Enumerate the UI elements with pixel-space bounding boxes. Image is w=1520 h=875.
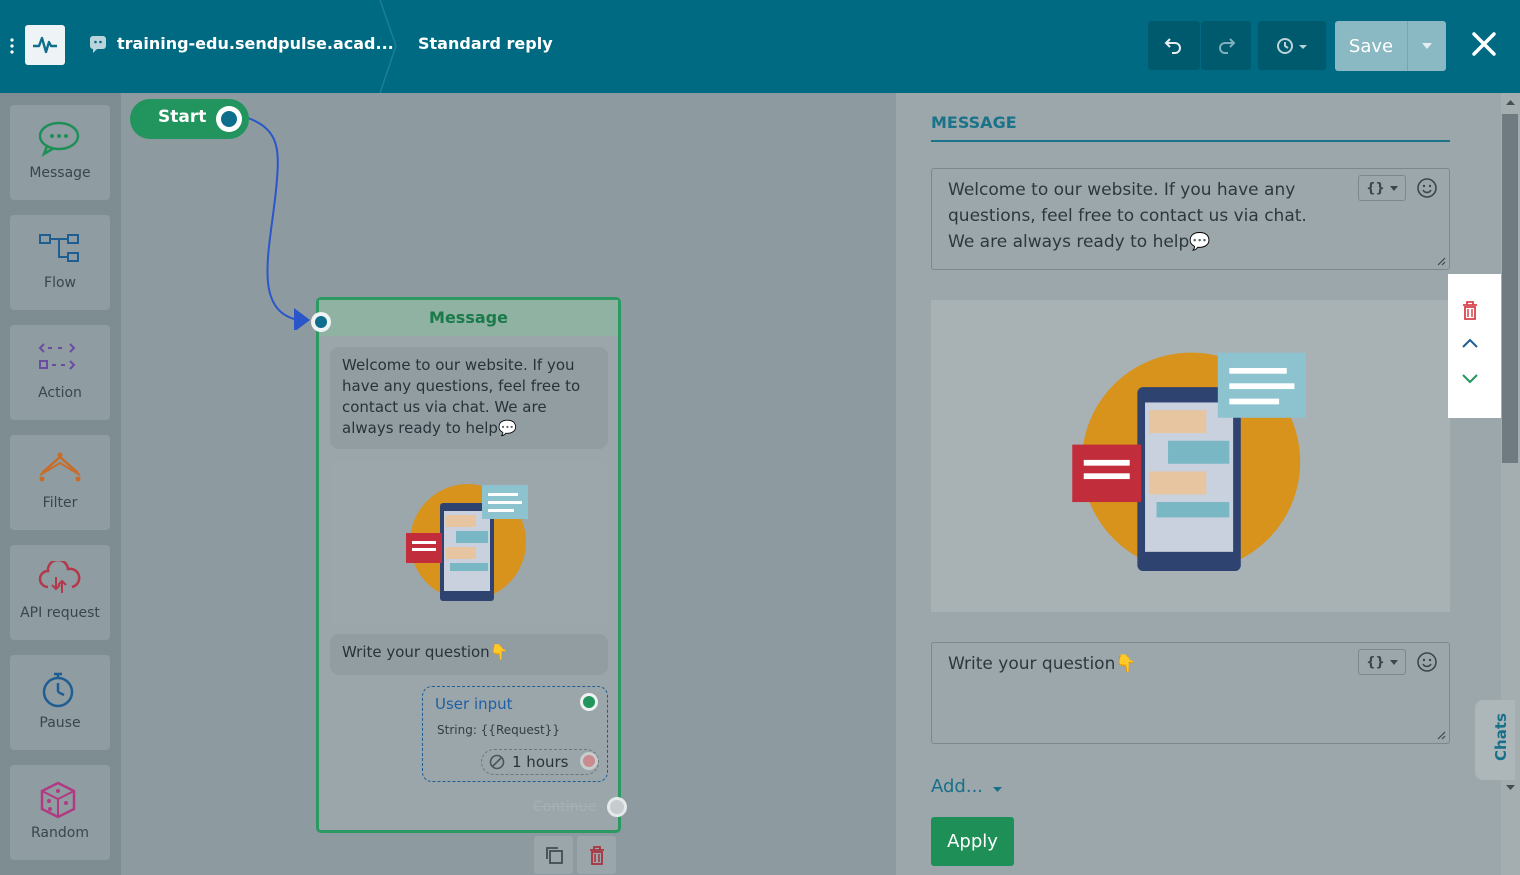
message-textarea-2[interactable]: Write your question👇 {}	[931, 642, 1450, 744]
scrollbar-thumb[interactable]	[1502, 114, 1518, 463]
sidebar-item-label: Pause	[39, 715, 81, 731]
start-output-port[interactable]	[216, 106, 242, 132]
sidebar-item-filter[interactable]: Filter	[10, 435, 110, 530]
user-input-block[interactable]: User input String: {{Request}} 1 hours	[422, 686, 608, 782]
chevron-down-icon[interactable]	[1460, 372, 1480, 386]
start-label: Start	[158, 107, 207, 127]
block-icon	[489, 754, 505, 770]
user-input-title: User input	[435, 695, 513, 713]
save-button[interactable]: Save	[1335, 21, 1408, 71]
dice-icon	[40, 781, 76, 819]
message-text-1: Welcome to our website. If you have any …	[948, 180, 1307, 252]
chat-bubble-icon	[38, 121, 80, 157]
breadcrumb-bot[interactable]: training-edu.sendpulse.acad...	[117, 34, 394, 53]
flow-icon	[39, 234, 79, 262]
chevron-down-icon	[992, 787, 1002, 792]
sidebar-item-label: Action	[38, 385, 82, 401]
sidebar-item-flow[interactable]: Flow	[10, 215, 110, 310]
history-icon	[1277, 37, 1307, 54]
emoji-icon[interactable]	[1416, 177, 1438, 199]
chevron-up-icon[interactable]	[1460, 336, 1480, 350]
variables-dropdown-button[interactable]: {}	[1358, 649, 1406, 675]
scroll-down-icon[interactable]	[1506, 785, 1515, 790]
undo-button[interactable]	[1148, 21, 1200, 70]
message-text-2: Write your question👇	[948, 654, 1137, 674]
add-element-link[interactable]: Add...	[931, 776, 1002, 797]
variables-icon: {}	[1366, 180, 1385, 196]
sidebar-item-message[interactable]: Message	[10, 105, 110, 200]
top-bar: training-edu.sendpulse.acad... Standard …	[0, 0, 1520, 93]
history-button[interactable]	[1258, 21, 1326, 70]
variables-dropdown-button[interactable]: {}	[1358, 175, 1406, 201]
element-sidebar: Message Flow Action Filter API request P…	[0, 93, 121, 875]
undo-icon	[1164, 37, 1181, 54]
node-toolbar	[534, 836, 616, 874]
save-dropdown-button[interactable]	[1408, 21, 1446, 71]
sidebar-item-action[interactable]: Action	[10, 325, 110, 420]
connector-line	[247, 117, 310, 330]
save-button-group: Save	[1335, 21, 1446, 71]
trash-icon[interactable]	[1460, 300, 1480, 320]
node-input-port[interactable]	[311, 312, 331, 332]
close-icon[interactable]	[1468, 28, 1500, 60]
panel-title: MESSAGE	[931, 113, 1017, 132]
message-edit-panel: MESSAGE Welcome to our website. If you h…	[896, 93, 1520, 875]
sidebar-item-label: Message	[29, 165, 91, 181]
user-input-output-port[interactable]	[580, 693, 598, 711]
app-logo-icon[interactable]	[25, 25, 65, 65]
trash-icon	[589, 846, 604, 865]
sidebar-item-pause[interactable]: Pause	[10, 655, 110, 750]
menu-dots-icon[interactable]	[9, 36, 15, 56]
image-block-tools	[1448, 274, 1501, 418]
node-image	[330, 461, 608, 624]
delete-node-button[interactable]	[577, 836, 616, 874]
chevron-down-icon	[1422, 43, 1432, 49]
stopwatch-icon	[42, 672, 74, 708]
breadcrumb-separator	[379, 0, 397, 93]
start-node[interactable]: Start	[130, 99, 249, 139]
message-textarea-1[interactable]: Welcome to our website. If you have any …	[931, 168, 1450, 270]
chat-illustration	[1072, 352, 1306, 571]
sidebar-item-random[interactable]: Random	[10, 765, 110, 860]
node-title: Message	[319, 300, 618, 336]
timeout-label: 1 hours	[512, 753, 569, 771]
continue-label: Continue	[533, 799, 596, 815]
filter-icon	[39, 452, 81, 482]
emoji-icon[interactable]	[1416, 651, 1438, 673]
breadcrumb-flow[interactable]: Standard reply	[418, 34, 553, 53]
panel-title-underline	[931, 140, 1450, 142]
chevron-down-icon	[1389, 659, 1398, 665]
message-node[interactable]: Message Welcome to our website. If you h…	[311, 297, 627, 833]
sidebar-item-label: API request	[20, 605, 100, 621]
variables-icon: {}	[1366, 654, 1385, 670]
chat-illustration	[406, 484, 528, 601]
chats-tab[interactable]: Chats	[1475, 700, 1515, 780]
node-message-text: Welcome to our website. If you have any …	[330, 347, 608, 449]
duplicate-node-button[interactable]	[534, 836, 573, 874]
timeout-output-port[interactable]	[580, 752, 598, 770]
sidebar-item-label: Flow	[44, 275, 76, 291]
resize-handle-icon[interactable]	[1436, 256, 1446, 266]
chevron-down-icon	[1389, 185, 1398, 191]
redo-button[interactable]	[1201, 21, 1251, 70]
apply-button[interactable]: Apply	[931, 817, 1014, 866]
sidebar-item-label: Random	[31, 825, 89, 841]
copy-icon	[545, 847, 563, 864]
cloud-api-icon	[38, 561, 81, 593]
bot-chat-icon	[90, 36, 106, 53]
add-label: Add...	[931, 776, 984, 797]
user-input-variable: String: {{Request}}	[437, 723, 560, 737]
scroll-up-icon[interactable]	[1506, 100, 1515, 105]
sidebar-item-api-request[interactable]: API request	[10, 545, 110, 640]
sidebar-item-label: Filter	[42, 495, 78, 511]
redo-icon	[1219, 37, 1236, 54]
node-question-text: Write your question👇	[330, 634, 608, 675]
message-image[interactable]	[931, 300, 1450, 612]
action-icon	[38, 343, 76, 370]
continue-output-port[interactable]	[607, 797, 627, 817]
chats-tab-label: Chats	[1491, 713, 1510, 761]
resize-handle-icon[interactable]	[1436, 730, 1446, 740]
